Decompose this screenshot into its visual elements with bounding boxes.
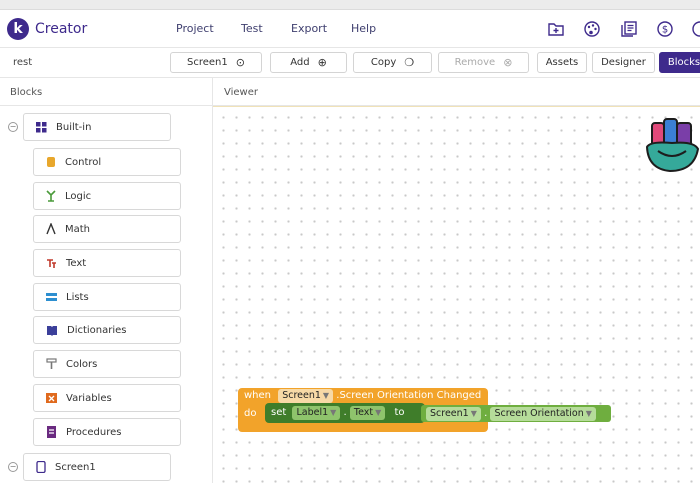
grid-icon	[36, 121, 47, 132]
dropdown-arrow-icon: ▼	[375, 408, 382, 417]
logic-icon	[46, 190, 56, 202]
setter-property-dropdown[interactable]: Text ▼	[349, 406, 386, 420]
variables-icon	[46, 393, 57, 403]
window-top-strip	[0, 0, 700, 10]
copy-label: Copy	[370, 57, 397, 68]
tree-item-lists[interactable]: Lists	[33, 283, 181, 311]
add-screen-button[interactable]: Add ⊕	[270, 52, 347, 73]
menu-help[interactable]: Help	[351, 22, 376, 35]
dropdown-arrow-icon: ▼	[322, 391, 330, 400]
tree-item-label: Procedures	[66, 426, 122, 438]
tree-item-label: Math	[65, 223, 91, 235]
tree-item-label: Control	[65, 156, 102, 168]
tree-builtin-label: Built-in	[56, 121, 92, 133]
menu-export[interactable]: Export	[291, 22, 327, 35]
event-do-label: do	[244, 408, 257, 419]
tree-item-label: Lists	[66, 291, 89, 303]
project-name: rest	[13, 57, 33, 68]
colors-icon	[46, 358, 57, 369]
menu-project[interactable]: Project	[176, 22, 214, 35]
tree-item-label: Text	[66, 257, 87, 269]
svg-text:$: $	[662, 25, 668, 36]
tree-item-math[interactable]: Math	[33, 215, 181, 243]
tree-item-label: Variables	[66, 392, 112, 404]
remove-label: Remove	[454, 57, 496, 68]
blocks-button[interactable]: Blocks	[659, 52, 700, 73]
viewer-panel-title: Viewer	[213, 78, 700, 106]
event-component-dropdown[interactable]: Screen1 ▼	[278, 389, 334, 403]
app-brand: Creator	[35, 21, 88, 37]
event-when-label: when	[244, 390, 272, 401]
tree-item-label: Logic	[65, 190, 92, 202]
tree-item-label: Colors	[66, 358, 98, 370]
assets-button[interactable]: Assets	[537, 52, 587, 73]
tree-item-label: Dictionaries	[67, 324, 127, 336]
procedures-icon	[47, 426, 56, 438]
tree-item-dictionaries[interactable]: Dictionaries	[33, 316, 181, 344]
setter-dot: .	[343, 407, 347, 418]
dropdown-arrow-icon: ▼	[470, 408, 477, 418]
backpack-icon[interactable]	[644, 117, 700, 175]
setter-component-dropdown[interactable]: Label1 ▼	[292, 406, 341, 420]
event-name-label: .Screen Orientation Changed	[336, 390, 482, 401]
folder-add-icon[interactable]	[547, 20, 565, 38]
tree-screen1-label: Screen1	[55, 461, 96, 473]
tree-item-procedures[interactable]: Procedures	[33, 418, 181, 446]
phone-icon	[36, 461, 46, 473]
project-toolbar: rest Screen1 ⊙ Add ⊕ Copy ❍ Remove ⊗ Ass…	[0, 48, 700, 78]
screen-select[interactable]: Screen1 ⊙	[170, 52, 262, 73]
app-logo[interactable]: k	[7, 18, 29, 40]
library-icon[interactable]	[620, 20, 638, 38]
add-label: Add	[290, 57, 310, 68]
control-icon	[47, 157, 55, 167]
screen-select-label: Screen1	[187, 57, 228, 68]
math-icon	[46, 223, 56, 235]
designer-button[interactable]: Designer	[592, 52, 655, 73]
tree-item-variables[interactable]: Variables	[33, 384, 181, 412]
getter-component-dropdown[interactable]: Screen1 ▼	[426, 406, 481, 421]
screen1-collapse-toggle[interactable]: −	[8, 462, 18, 472]
copy-icon: ❍	[404, 56, 415, 69]
lists-icon	[46, 293, 57, 301]
palette-icon[interactable]	[583, 20, 601, 38]
dropdown-arrow-icon: ▼	[330, 408, 337, 417]
select-circle-icon: ⊙	[235, 56, 245, 69]
to-label: to	[394, 407, 405, 418]
dictionaries-icon	[47, 326, 57, 336]
plus-circle-icon: ⊕	[317, 56, 327, 69]
menu-test[interactable]: Test	[241, 22, 263, 35]
tree-screen1[interactable]: Screen1	[23, 453, 171, 481]
tree-item-control[interactable]: Control	[33, 148, 181, 176]
builtin-collapse-toggle[interactable]: −	[8, 122, 18, 132]
remove-circle-icon: ⊗	[503, 56, 513, 69]
tree-item-logic[interactable]: Logic	[33, 182, 181, 210]
tree-builtin[interactable]: Built-in	[23, 113, 171, 141]
dollar-icon[interactable]: $	[656, 20, 674, 38]
text-icon	[47, 259, 56, 268]
getter-dot: .	[484, 407, 488, 419]
copy-screen-button[interactable]: Copy ❍	[353, 52, 432, 73]
tree-item-text[interactable]: Text	[33, 249, 181, 277]
tree-item-colors[interactable]: Colors	[33, 350, 181, 378]
getter-property-dropdown[interactable]: Screen Orientation ▼	[490, 406, 596, 421]
remove-screen-button[interactable]: Remove ⊗	[438, 52, 529, 73]
getter-block[interactable]: Screen1 ▼ . Screen Orientation ▼	[421, 405, 611, 422]
setter-block[interactable]: set Label1 ▼ . Text ▼ to	[265, 403, 425, 423]
dropdown-arrow-icon: ▼	[585, 408, 592, 418]
set-label: set	[271, 407, 287, 418]
smiley-icon[interactable]	[691, 20, 700, 38]
blocks-panel-title: Blocks	[0, 78, 212, 106]
app-header: k Creator Project Test Export Help $	[0, 10, 700, 48]
